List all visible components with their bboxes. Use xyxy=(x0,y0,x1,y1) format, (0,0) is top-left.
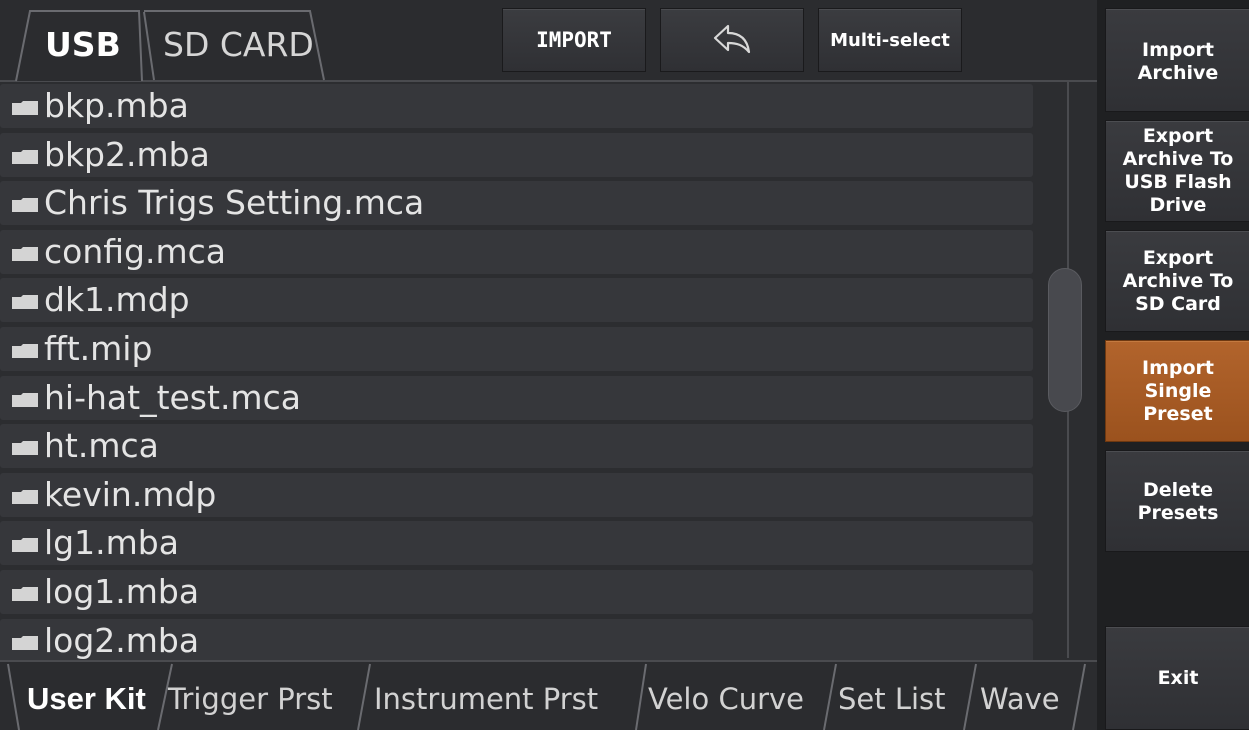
scrollbar-thumb[interactable] xyxy=(1048,268,1082,412)
file-row[interactable]: log1.mba xyxy=(0,570,1033,614)
file-name: log2.mba xyxy=(44,621,200,660)
file-name: ht.mca xyxy=(44,426,159,465)
export-archive-usb-button[interactable]: Export Archive To USB Flash Drive xyxy=(1105,120,1249,222)
tab-velo-curve[interactable]: Velo Curve xyxy=(648,666,804,730)
folder-icon xyxy=(12,538,38,552)
folder-icon xyxy=(12,490,38,504)
folder-icon xyxy=(12,344,38,358)
file-name: lg1.mba xyxy=(44,523,179,562)
exit-button[interactable]: Exit xyxy=(1105,626,1249,730)
folder-icon xyxy=(12,587,38,601)
file-name: bkp.mba xyxy=(44,86,189,125)
file-name: log1.mba xyxy=(44,572,200,611)
import-single-preset-button[interactable]: Import Single Preset xyxy=(1105,340,1249,442)
tab-usb[interactable]: USB xyxy=(14,10,144,82)
folder-icon xyxy=(12,150,38,164)
file-row[interactable]: bkp2.mba xyxy=(0,133,1033,177)
back-button[interactable] xyxy=(660,8,804,72)
export-archive-sd-button[interactable]: Export Archive To SD Card xyxy=(1105,230,1249,332)
folder-icon xyxy=(12,247,38,261)
tab-trigger-prst[interactable]: Trigger Prst xyxy=(168,666,333,730)
import-button[interactable]: IMPORT xyxy=(502,8,646,72)
file-name: bkp2.mba xyxy=(44,135,210,174)
tab-sd-card-label: SD CARD xyxy=(163,25,314,64)
back-arrow-icon xyxy=(713,24,751,54)
multi-select-label: Multi-select xyxy=(830,29,950,51)
action-panel: Import Archive Export Archive To USB Fla… xyxy=(1097,0,1249,730)
file-row[interactable]: ht.mca xyxy=(0,424,1033,468)
folder-icon xyxy=(12,636,38,650)
delete-presets-button[interactable]: Delete Presets xyxy=(1105,450,1249,552)
file-row[interactable]: config.mca xyxy=(0,230,1033,274)
folder-icon xyxy=(12,198,38,212)
top-bar: USB SD CARD IMPORT Multi-select xyxy=(0,0,1097,82)
file-name: kevin.mdp xyxy=(44,475,217,514)
import-archive-button[interactable]: Import Archive xyxy=(1105,8,1249,112)
tab-user-kit[interactable]: User Kit xyxy=(27,666,146,730)
file-list[interactable]: bkp.mba bkp2.mba Chris Trigs Setting.mca co… xyxy=(0,82,1097,660)
file-row[interactable]: log2.mba xyxy=(0,619,1033,660)
preset-manager-screen: USB SD CARD IMPORT Multi-select bkp.mba b… xyxy=(0,0,1249,730)
file-name: Chris Trigs Setting.mca xyxy=(44,183,425,222)
folder-icon xyxy=(12,393,38,407)
import-button-label: IMPORT xyxy=(536,28,612,52)
file-row[interactable]: lg1.mba xyxy=(0,521,1033,565)
file-name: config.mca xyxy=(44,232,226,271)
folder-icon xyxy=(12,441,38,455)
tab-instrument-prst[interactable]: Instrument Prst xyxy=(374,666,598,730)
file-name: dk1.mdp xyxy=(44,280,190,319)
file-row[interactable]: Chris Trigs Setting.mca xyxy=(0,181,1033,225)
tab-set-list[interactable]: Set List xyxy=(838,666,946,730)
file-row[interactable]: dk1.mdp xyxy=(0,278,1033,322)
tab-sd-card[interactable]: SD CARD xyxy=(142,10,327,81)
multi-select-button[interactable]: Multi-select xyxy=(818,8,962,72)
file-row[interactable]: bkp.mba xyxy=(0,84,1033,128)
folder-icon xyxy=(12,295,38,309)
folder-icon xyxy=(12,101,38,115)
file-row[interactable]: hi-hat_test.mca xyxy=(0,376,1033,420)
file-name: fft.mip xyxy=(44,329,153,368)
file-row[interactable]: kevin.mdp xyxy=(0,473,1033,517)
tab-wave[interactable]: Wave xyxy=(980,666,1060,730)
file-name: hi-hat_test.mca xyxy=(44,378,301,417)
category-tabs: User Kit Trigger Prst Instrument Prst Ve… xyxy=(0,660,1097,730)
tab-usb-label: USB xyxy=(45,25,121,64)
file-row[interactable]: fft.mip xyxy=(0,327,1033,371)
